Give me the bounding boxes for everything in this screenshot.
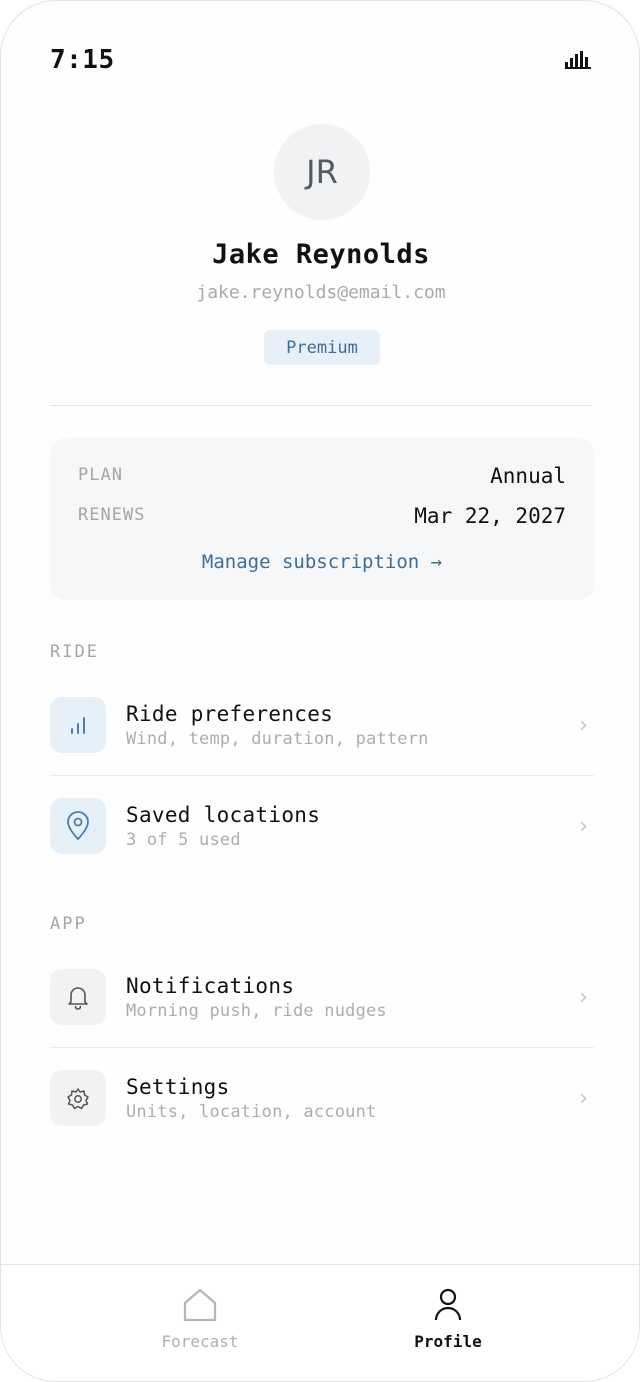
settings-title: Settings [126,1075,230,1099]
renews-label: RENEWS [78,505,146,525]
list-item-ride-preferences[interactable]: Ride preferences Wind, temp, duration, p… [50,697,594,797]
settings-icon-tile [50,1070,106,1126]
section-heading-app: APP [50,914,87,934]
chevron-right-icon: › [576,985,590,1010]
saved-locations-icon-tile [50,798,106,854]
row-divider [50,1047,594,1048]
list-item-saved-locations[interactable]: Saved locations 3 of 5 used › [50,798,594,898]
premium-badge: Premium [264,330,380,365]
divider [50,405,592,406]
chevron-right-icon: › [576,713,590,738]
tab-profile[interactable]: Profile [368,1265,528,1365]
gear-icon [67,1088,89,1110]
profile-email: jake.reynolds@email.com [196,282,446,303]
notifications-title: Notifications [126,974,295,998]
tab-profile-label: Profile [414,1332,482,1351]
list-item-settings[interactable]: Settings Units, location, account › [50,1070,594,1170]
bell-icon [68,987,88,1010]
status-time: 7:15 [50,45,115,75]
chevron-right-icon: › [576,814,590,839]
bar-chart-icon [71,717,85,734]
tab-forecast-label: Forecast [161,1332,239,1351]
person-icon [434,1288,462,1321]
notifications-icon-tile [50,969,106,1025]
section-heading-ride: RIDE [50,642,99,662]
ride-preferences-subtitle: Wind, temp, duration, pattern [126,729,429,749]
saved-locations-title: Saved locations [126,803,321,827]
phone-screen: 7:15 JR Jake Reynolds jake.reynolds@emai… [0,0,640,1382]
map-pin-icon [67,811,89,840]
subscription-card: PLAN Annual RENEWS Mar 22, 2027 Manage s… [50,438,594,600]
row-divider [50,775,594,776]
avatar[interactable]: JR [274,124,370,220]
plan-label: PLAN [78,465,123,485]
profile-name: Jake Reynolds [212,239,430,270]
chevron-right-icon: › [576,1086,590,1111]
list-item-notifications[interactable]: Notifications Morning push, ride nudges … [50,969,594,1069]
signal-bars-icon [565,51,591,69]
notifications-subtitle: Morning push, ride nudges [126,1001,387,1021]
saved-locations-subtitle: 3 of 5 used [126,830,241,850]
settings-subtitle: Units, location, account [126,1102,377,1122]
ride-preferences-title: Ride preferences [126,702,334,726]
tab-forecast[interactable]: Forecast [120,1265,280,1365]
status-bar: 7:15 [50,45,591,77]
plan-value: Annual [490,464,566,488]
renews-value: Mar 22, 2027 [414,504,566,528]
ride-preferences-icon-tile [50,697,106,753]
manage-subscription-link[interactable]: Manage subscription → [50,551,594,573]
tab-bar: Forecast Profile [1,1264,639,1381]
home-icon [183,1288,217,1322]
